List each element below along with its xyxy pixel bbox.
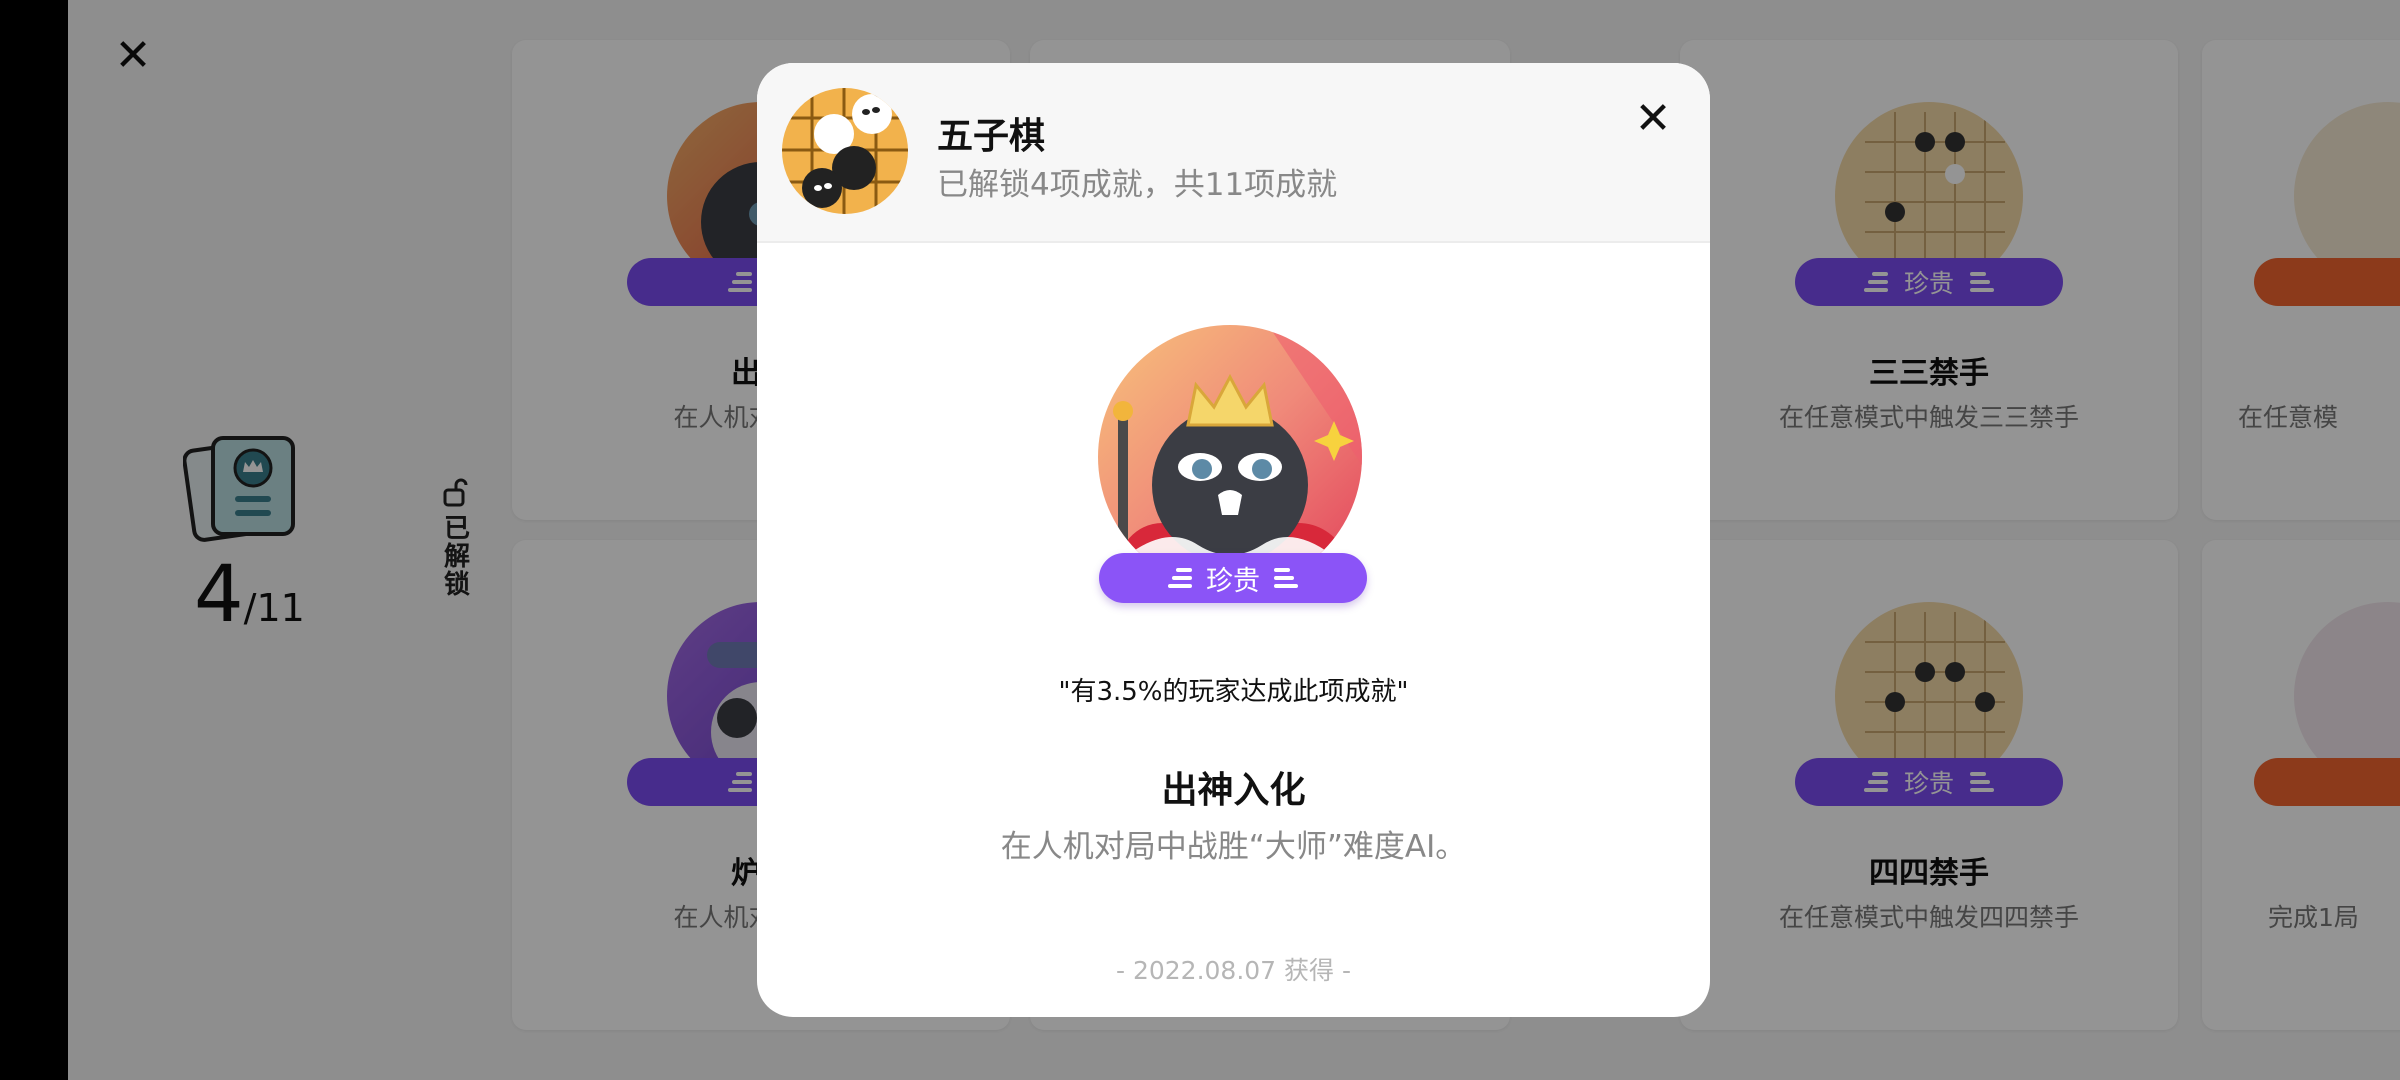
player-percentage-text: "有3.5%的玩家达成此项成就" bbox=[1058, 677, 1409, 707]
achievement-detail-dialog: 五子棋 已解锁4项成就，共11项成就 ✕ 珍贵 "有3.5%的玩家达成此项成就"… bbox=[757, 63, 1710, 1017]
achievement-badge-image bbox=[1098, 325, 1362, 589]
dialog-header: 五子棋 已解锁4项成就，共11项成就 ✕ bbox=[757, 63, 1710, 243]
achievement-progress: 已解锁4项成就，共11项成就 bbox=[937, 167, 1338, 203]
achievement-title: 出神入化 bbox=[1161, 770, 1306, 811]
close-icon[interactable]: ✕ bbox=[1626, 91, 1680, 145]
obtained-date: - 2022.08.07 获得 - bbox=[1115, 956, 1352, 985]
achievement-description: 在人机对局中战胜“大师”难度AI。 bbox=[1000, 829, 1467, 865]
rarity-badge: 珍贵 bbox=[1099, 553, 1367, 603]
gomoku-game-icon bbox=[782, 88, 908, 214]
game-name: 五子棋 bbox=[937, 116, 1046, 157]
